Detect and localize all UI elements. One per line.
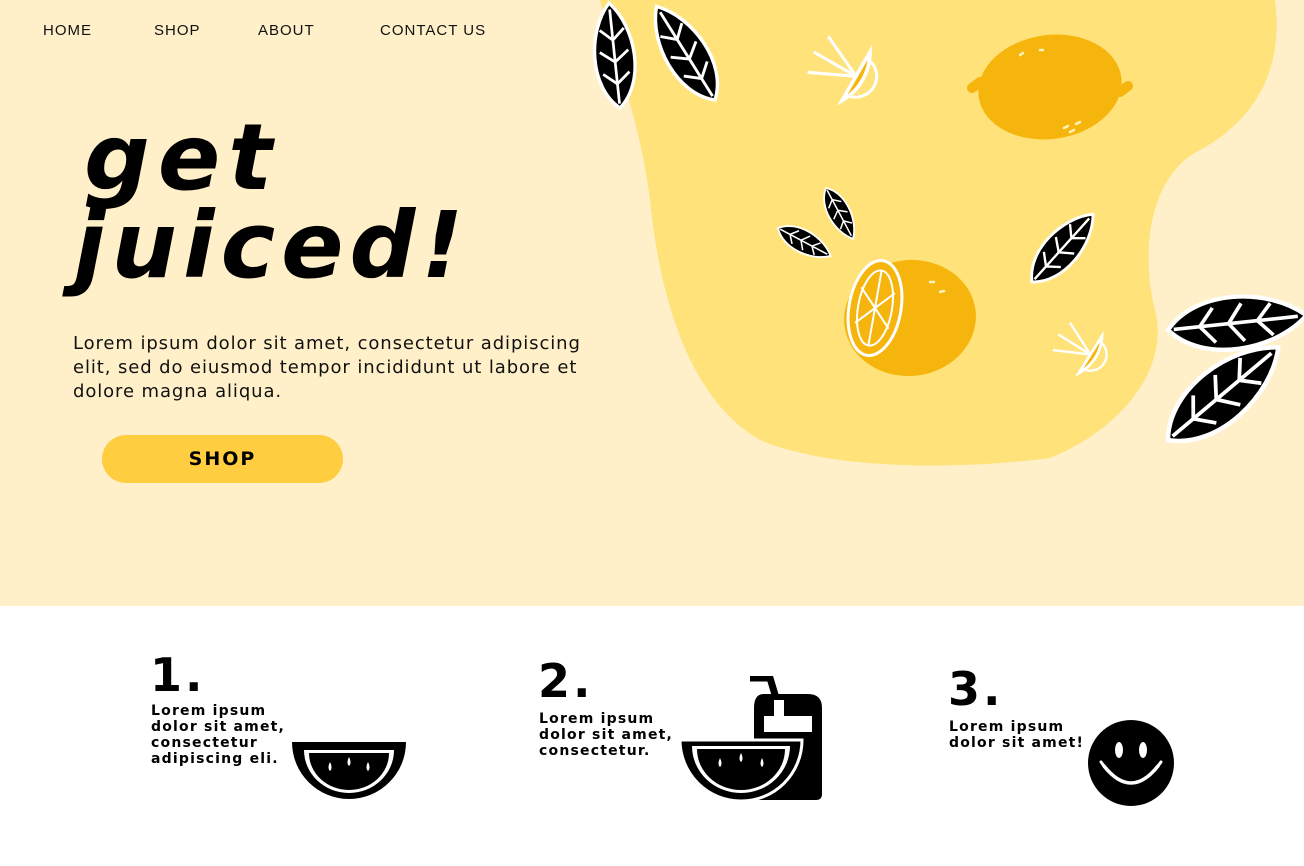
step-number: 3. [948, 662, 1004, 716]
step-text: Lorem ipsum dolor sit amet! [949, 719, 1085, 751]
nav-home-link[interactable]: HOME [43, 22, 92, 39]
step-number: 1. [150, 648, 206, 702]
step-number: 2. [538, 654, 594, 708]
lemon-illustration [587, 0, 1304, 466]
step-text: Lorem ipsum dolor sit amet, consectetur … [151, 703, 286, 767]
smiley-face-icon [1088, 720, 1174, 806]
headline-line-2: juiced! [74, 192, 470, 299]
nav-about-link[interactable]: ABOUT [258, 22, 315, 39]
watermelon-slice-icon [292, 742, 406, 799]
shop-button[interactable]: SHOP [102, 435, 343, 483]
hero-section: HOME SHOP ABOUT CONTACT US get juiced! L… [0, 0, 1304, 606]
step-text: Lorem ipsum dolor sit amet, consectetur. [539, 711, 674, 759]
leaf-icon [1165, 289, 1304, 356]
juice-glass-icon [678, 676, 822, 803]
nav-shop-link[interactable]: SHOP [154, 22, 201, 39]
nav-contact-link[interactable]: CONTACT US [380, 22, 486, 39]
hero-description: Lorem ipsum dolor sit amet, consectetur … [73, 333, 581, 402]
headline-line-1: get [84, 104, 281, 211]
